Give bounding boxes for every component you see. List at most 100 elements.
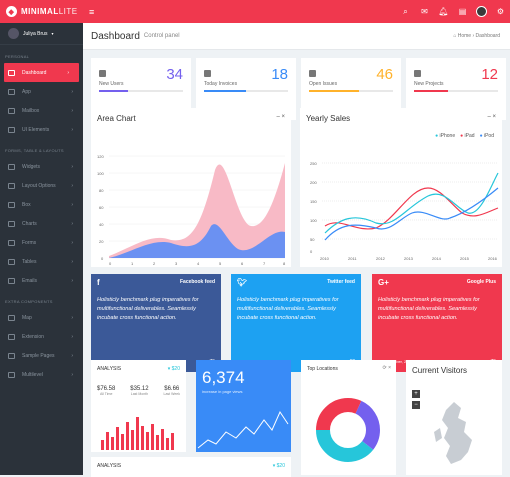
- sidebar-item-extension[interactable]: Extension ›: [0, 327, 83, 346]
- sidebar-item-ui-elements[interactable]: UI Elements ›: [0, 120, 83, 139]
- google-plus-icon: G+: [378, 277, 389, 287]
- chevron-right-icon: ›: [71, 352, 73, 359]
- social-name: Google Plus: [466, 279, 496, 285]
- message-icon[interactable]: ▤: [453, 0, 472, 23]
- user-avatar-button[interactable]: [472, 0, 491, 23]
- sidebar-item-widgets[interactable]: Widgets ›: [0, 157, 83, 176]
- sidebar-item-label: Extension: [22, 333, 44, 340]
- stat-value: 46: [376, 66, 393, 83]
- sidebar-item-mailbox[interactable]: Mailbox ›: [0, 101, 83, 120]
- map-icon: [8, 314, 15, 321]
- bar: [116, 427, 119, 450]
- page-views-label: increase in page views: [202, 389, 243, 394]
- y-tick: 40: [99, 222, 104, 227]
- close-icon[interactable]: ×: [388, 365, 391, 371]
- sidebar-item-label: Map: [22, 314, 32, 321]
- page-views-card: 6,374 increase in page views: [196, 360, 291, 452]
- social-text: Holisticly benchmark plug imperatives fo…: [237, 297, 339, 321]
- bar: [121, 434, 124, 450]
- x-tick: 4: [197, 261, 200, 266]
- main-content: Dashboard Control panel ⌂ Home › Dashboa…: [83, 23, 510, 477]
- sidebar-item-label: Dashboard: [22, 69, 47, 76]
- chevron-right-icon: ›: [71, 277, 73, 284]
- bar: [126, 422, 129, 450]
- bar: [166, 438, 169, 450]
- layout-icon: [8, 182, 15, 189]
- social-name: Twitter feed: [327, 279, 355, 285]
- top-locations-card: Top Locations ⟳ ×: [301, 360, 396, 475]
- user-icon: [99, 70, 106, 77]
- brand[interactable]: ◆ MINIMAL LITE: [0, 0, 83, 23]
- bar: [131, 430, 134, 450]
- sidebar-item-layout-options[interactable]: Layout Options ›: [0, 176, 83, 195]
- analysis-bars: [101, 417, 174, 450]
- social-header: 🐦︎ Twitter feed: [231, 274, 361, 290]
- social-header: f Facebook feed: [91, 274, 221, 290]
- y-tick: 0: [101, 256, 104, 261]
- twitter-feed-card: 🐦︎ Twitter feed Holisticly benchmark plug…: [231, 274, 361, 372]
- sidebar-user[interactable]: Juliya Brus ▾: [0, 23, 83, 45]
- bar: [101, 440, 104, 450]
- tables-icon: [8, 258, 15, 265]
- stat-value: 18: [271, 66, 288, 83]
- sidebar-item-label: Mailbox: [22, 107, 40, 114]
- gear-icon[interactable]: ⚙: [491, 0, 510, 23]
- analysis-change-value: $20: [171, 366, 180, 372]
- analysis-metric: $35.12 Last Month: [130, 386, 148, 396]
- brand-name-bold: MINIMAL: [21, 7, 59, 16]
- mail-icon[interactable]: ✉: [415, 0, 434, 23]
- sidebar-item-emails[interactable]: Emails ›: [0, 271, 83, 290]
- sidebar-item-multilevel[interactable]: Multilevel ›: [0, 365, 83, 384]
- y-tick: 0: [310, 249, 313, 254]
- y-tick: 20: [99, 239, 104, 244]
- bar: [171, 433, 174, 450]
- top-locations-donut: [316, 398, 380, 462]
- chevron-right-icon: ›: [71, 163, 73, 170]
- stat-label: New Users: [99, 81, 124, 87]
- breadcrumb-home[interactable]: Home: [458, 33, 471, 39]
- refresh-icon[interactable]: ⟳: [382, 365, 386, 371]
- sidebar-item-dashboard[interactable]: Dashboard ›: [4, 63, 79, 82]
- card-tools: ⟳ ×: [382, 365, 391, 371]
- menu-toggle-icon[interactable]: ≡: [89, 7, 94, 17]
- twitter-icon: 🐦︎: [237, 277, 248, 287]
- sidebar-item-tables[interactable]: Tables ›: [0, 252, 83, 271]
- sidebar-item-app[interactable]: App ›: [0, 82, 83, 101]
- bar: [111, 437, 114, 450]
- emails-icon: [8, 277, 15, 284]
- analysis-values: $76.58 All Time $35.12 Last Month $6.66 Las…: [97, 386, 180, 396]
- sidebar-item-label: Sample Pages: [22, 352, 55, 359]
- sidebar-item-box[interactable]: Box ›: [0, 195, 83, 214]
- area-chart-x-labels: 0 1 2 3 4 5 6 7 8: [109, 261, 286, 266]
- area-chart-y-labels: 0 20 40 60 80 100 120: [97, 154, 104, 261]
- chevron-right-icon: ›: [71, 258, 73, 265]
- x-tick: 3: [175, 261, 178, 266]
- page-title: Dashboard: [91, 30, 140, 42]
- stat-value: 34: [166, 66, 183, 83]
- stat-label: New Projects: [414, 81, 444, 87]
- pages-icon: [8, 352, 15, 359]
- sidebar-item-forms[interactable]: Forms ›: [0, 233, 83, 252]
- chevron-right-icon: ›: [71, 126, 73, 133]
- search-icon[interactable]: ⌕: [396, 0, 415, 23]
- x-tick: 2015: [460, 256, 470, 261]
- stat-progress: [204, 90, 288, 92]
- y-tick: 120: [97, 154, 104, 159]
- bell-icon[interactable]: 🔔︎: [434, 0, 453, 23]
- bar: [141, 426, 144, 450]
- logo-icon: ◆: [6, 6, 17, 17]
- stat-progress: [99, 90, 183, 92]
- yearly-y-labels: 0 50 100 150 200 250: [310, 161, 317, 254]
- box-icon: [8, 201, 15, 208]
- sidebar-item-charts[interactable]: Charts ›: [0, 214, 83, 233]
- facebook-icon: f: [97, 277, 100, 287]
- sidebar-item-map[interactable]: Map ›: [0, 308, 83, 327]
- stat-label: Today Invoices: [204, 81, 238, 87]
- share-icon: [8, 371, 15, 378]
- stat-progress-fill: [99, 90, 129, 92]
- mailbox-icon: [8, 107, 15, 114]
- breadcrumb: ⌂ Home › Dashboard: [453, 33, 500, 39]
- chevron-down-icon: ▾: [51, 31, 54, 36]
- yearly-sales-card: Yearly Sales – × ● iPhone ● iPad ● iPod …: [300, 108, 502, 267]
- sidebar-item-sample-pages[interactable]: Sample Pages ›: [0, 346, 83, 365]
